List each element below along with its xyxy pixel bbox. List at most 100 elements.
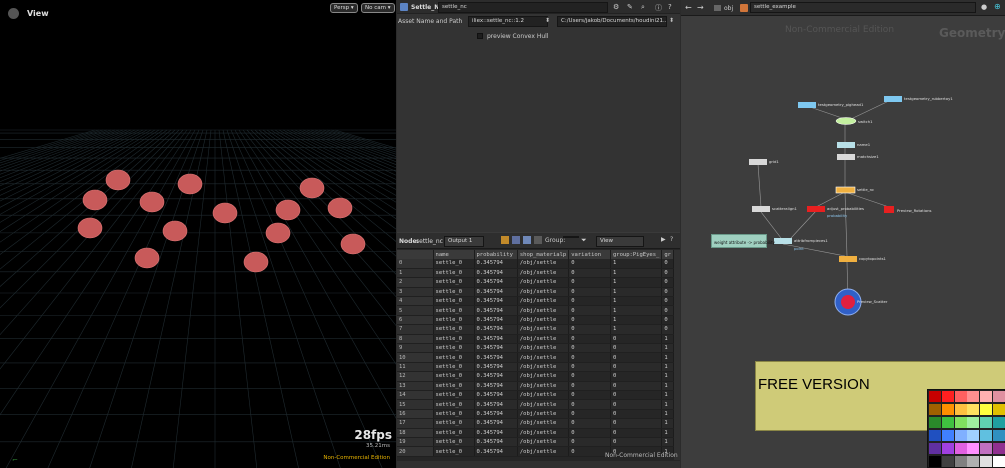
detail-mode-icon[interactable]	[534, 236, 542, 244]
table-row[interactable]: 0 settle_0 0.345794/obj/settle 0 1 0	[397, 259, 674, 269]
color-swatch[interactable]	[954, 404, 967, 415]
color-swatch[interactable]	[967, 404, 980, 415]
spreadsheet-table-wrap[interactable]: name probability shop_materialp variation gr…	[397, 250, 674, 460]
vertical-scrollbar[interactable]	[674, 250, 680, 460]
node-value[interactable]: settle_nc	[416, 238, 443, 245]
color-swatch[interactable]	[941, 456, 954, 467]
color-swatch[interactable]	[980, 417, 993, 428]
asset-path-field[interactable]: C:/Users/jakob/Documents/houdini21...	[557, 16, 667, 27]
column-header[interactable]: group:PigEyes_	[610, 250, 663, 259]
output-select[interactable]: Output 1	[444, 236, 484, 247]
color-swatch[interactable]	[993, 430, 1005, 441]
table-row[interactable]: 15 settle_0 0.345794/obj/settle 0 0 1	[397, 399, 674, 410]
primitive-mode-icon[interactable]	[523, 236, 531, 244]
node-testgeometry-rubbertoy[interactable]	[884, 96, 902, 102]
question-icon[interactable]: ?	[668, 3, 672, 11]
color-swatch[interactable]	[929, 391, 941, 402]
table-row[interactable]: 5 settle_0 0.345794/obj/settle 0 1 0	[397, 305, 674, 316]
color-swatch[interactable]	[954, 417, 967, 428]
column-header[interactable]: gr	[661, 250, 674, 259]
play-icon[interactable]: ▶	[661, 236, 666, 243]
node-switch[interactable]	[835, 117, 857, 125]
color-swatch[interactable]	[967, 430, 980, 441]
table-row[interactable]: 9 settle_0 0.345794/obj/settle 0 0 1	[397, 343, 674, 354]
color-swatch[interactable]	[980, 404, 993, 415]
table-row[interactable]: 1 settle_0 0.345794/obj/settle 0 1 0	[397, 268, 674, 279]
color-swatch[interactable]	[980, 443, 993, 454]
color-swatch[interactable]	[993, 443, 1005, 454]
node-scatteralign[interactable]	[752, 206, 770, 212]
camera-view-button[interactable]: Persp ▾	[330, 3, 358, 13]
node-grid[interactable]	[749, 159, 767, 165]
table-row[interactable]: 14 settle_0 0.345794/obj/settle 0 0 1	[397, 390, 674, 401]
color-swatch[interactable]	[929, 443, 941, 454]
node-name[interactable]	[837, 142, 855, 148]
table-row[interactable]: 4 settle_0 0.345794/obj/settle 0 1 0	[397, 296, 674, 307]
gear-icon[interactable]: ⚙	[613, 3, 619, 11]
color-swatch[interactable]	[929, 417, 941, 428]
table-row[interactable]: 2 settle_0 0.345794/obj/settle 0 1 0	[397, 277, 674, 288]
color-swatch[interactable]	[980, 430, 993, 441]
network-editor[interactable]: ← → obj settle_example ● ⊕ Non-Commercia…	[681, 0, 1005, 468]
color-swatch[interactable]	[954, 430, 967, 441]
viewport-menu-icon[interactable]	[8, 8, 19, 19]
node-settle[interactable]	[835, 186, 856, 194]
table-row[interactable]: 13 settle_0 0.345794/obj/settle 0 0 1	[397, 381, 674, 391]
color-swatch[interactable]	[929, 430, 941, 441]
search-icon[interactable]: ⌕	[641, 3, 645, 12]
stepper-icon[interactable]: ⬍	[545, 17, 550, 24]
table-row[interactable]: 7 settle_0 0.345794/obj/settle 0 1 0	[397, 324, 674, 335]
color-swatch[interactable]	[967, 456, 980, 467]
stepper-icon[interactable]: ⬍	[669, 17, 674, 24]
help-icon[interactable]: ?	[670, 236, 673, 243]
table-row[interactable]: 17 settle_0 0.345794/obj/settle 0 0 1	[397, 418, 674, 429]
node-matchsize[interactable]	[837, 154, 855, 160]
preview-convex-hull-checkbox[interactable]	[477, 33, 483, 39]
horizontal-scrollbar[interactable]	[397, 461, 680, 468]
asset-name-field[interactable]: iliex::settle_nc::1.2	[468, 16, 548, 27]
color-swatch[interactable]	[967, 443, 980, 454]
color-swatch[interactable]	[993, 417, 1005, 428]
color-swatch[interactable]	[993, 404, 1005, 415]
color-swatch[interactable]	[954, 456, 967, 467]
table-row[interactable]: 10 settle_0 0.345794/obj/settle 0 0 1	[397, 352, 674, 363]
column-header[interactable]: variation	[568, 250, 611, 259]
node-copytopoints[interactable]	[839, 256, 857, 262]
column-header[interactable]: probability	[474, 250, 518, 259]
color-swatch[interactable]	[980, 391, 993, 402]
color-swatch[interactable]	[941, 417, 954, 428]
view-select[interactable]: View	[596, 236, 644, 247]
color-swatch[interactable]	[967, 391, 980, 402]
color-swatch[interactable]	[980, 456, 993, 467]
table-row[interactable]: 6 settle_0 0.345794/obj/settle 0 1 0	[397, 315, 674, 326]
color-swatch[interactable]	[929, 456, 941, 467]
node-preview-rotations[interactable]	[884, 206, 894, 213]
node-adjust-probabilities[interactable]	[807, 206, 825, 212]
sticky-note[interactable]: weight attribute -> probability	[711, 234, 775, 248]
attribute-filter-icon[interactable]	[501, 236, 509, 244]
filter-icon[interactable]: ⏷	[581, 236, 587, 245]
table-row[interactable]: 3 settle_0 0.345794/obj/settle 0 1 0	[397, 287, 674, 298]
column-header[interactable]: shop_materialp	[517, 250, 570, 259]
color-palette[interactable]	[927, 389, 1005, 468]
color-swatch[interactable]	[941, 404, 954, 415]
color-swatch[interactable]	[941, 443, 954, 454]
point-mode-icon[interactable]	[512, 236, 520, 244]
color-swatch[interactable]	[993, 391, 1005, 402]
color-swatch[interactable]	[993, 456, 1005, 467]
table-row[interactable]: 16 settle_0 0.345794/obj/settle 0 0 1	[397, 409, 674, 420]
camera-select-button[interactable]: No cam ▾	[361, 3, 395, 13]
table-row[interactable]: 11 settle_0 0.345794/obj/settle 0 0 1	[397, 362, 674, 373]
table-row[interactable]: 19 settle_0 0.345794/obj/settle 0 0 1	[397, 437, 674, 448]
node-attribfrompieces[interactable]	[774, 238, 792, 244]
color-swatch[interactable]	[929, 404, 941, 415]
column-header[interactable]: name	[433, 250, 475, 259]
color-swatch[interactable]	[941, 391, 954, 402]
scene-viewport[interactable]: ⌐ View Persp ▾ No cam ▾ 28fps 35.21ms No…	[0, 0, 396, 468]
color-swatch[interactable]	[967, 417, 980, 428]
color-swatch[interactable]	[954, 443, 967, 454]
group-field[interactable]	[563, 236, 579, 238]
help-icon[interactable]: ✎	[627, 3, 633, 11]
color-swatch[interactable]	[941, 430, 954, 441]
node-testgeometry-pighead[interactable]	[798, 102, 816, 108]
